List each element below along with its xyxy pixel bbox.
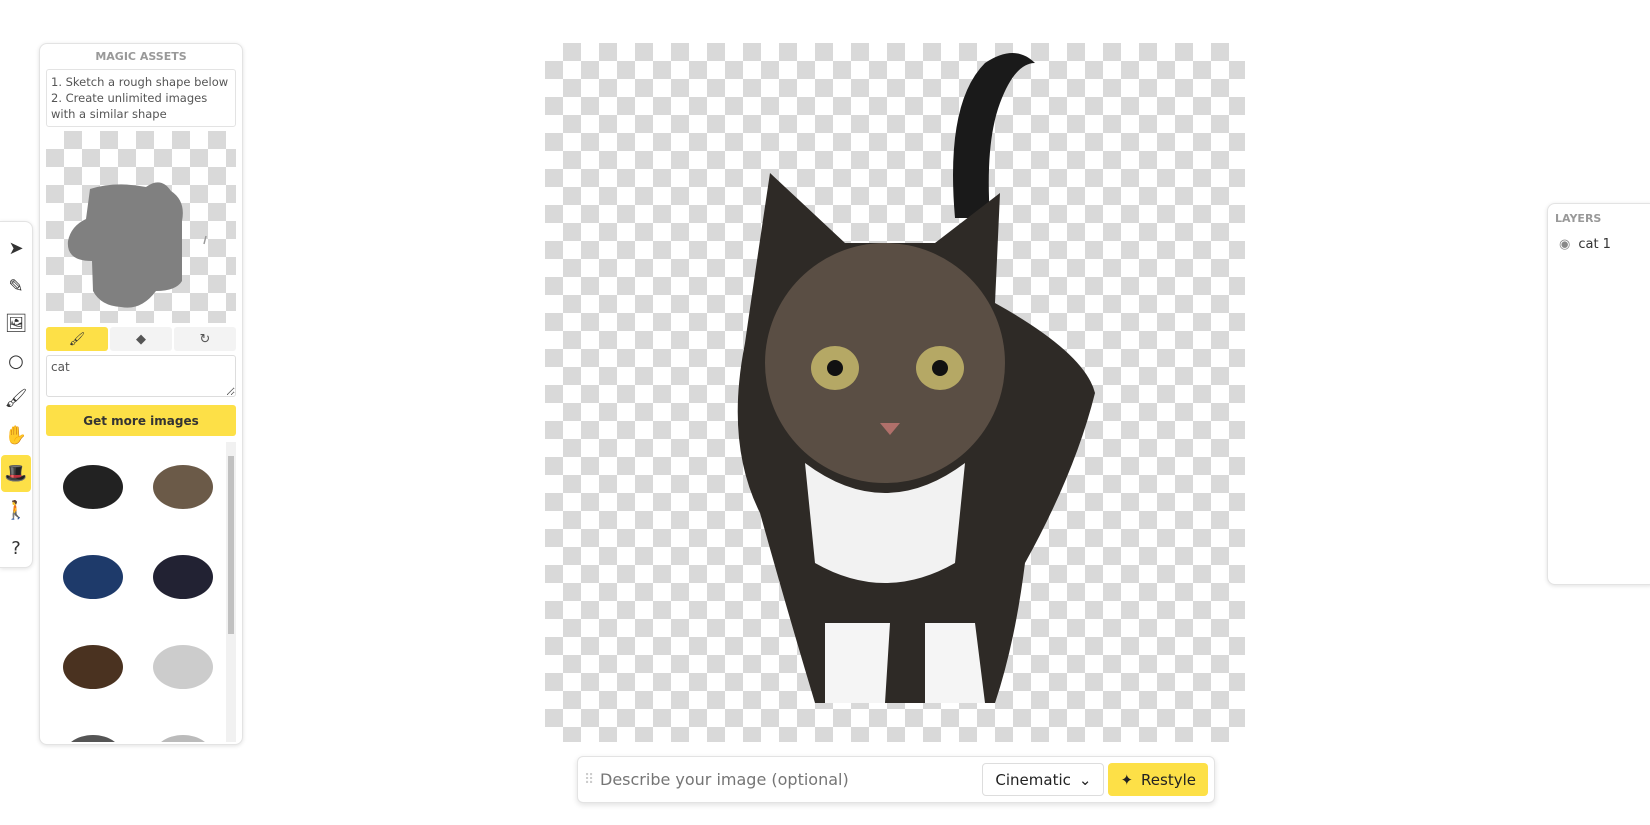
- image-icon[interactable]: 🖼: [1, 305, 31, 342]
- result-thumbnail[interactable]: [50, 622, 136, 708]
- result-thumbnail[interactable]: [50, 532, 136, 618]
- style-value: Cinematic: [995, 770, 1071, 789]
- results-gallery: [46, 442, 236, 742]
- magic-assets-panel: MAGIC ASSETS 1. Sketch a rough shape bel…: [39, 43, 243, 745]
- person-icon[interactable]: 🚶: [1, 492, 31, 529]
- restyle-button[interactable]: ✦ Restyle: [1108, 763, 1208, 796]
- sketch-canvas[interactable]: [46, 131, 236, 323]
- layer-name: cat 1: [1578, 237, 1611, 252]
- reset-button[interactable]: ↻: [174, 327, 236, 351]
- scrollbar[interactable]: [226, 442, 236, 742]
- left-toolbar: ➤ ✎ 🖼 ○ 🖌 ✋ 🎩 🚶?: [0, 221, 33, 568]
- eye-icon[interactable]: ◉: [1559, 237, 1570, 252]
- scrollbar-thumb[interactable]: [228, 456, 234, 634]
- sparkle-icon: ✦: [1120, 770, 1134, 789]
- result-thumbnail[interactable]: [140, 712, 226, 742]
- result-thumbnail[interactable]: [50, 712, 136, 742]
- describe-image-input[interactable]: [600, 770, 983, 789]
- cat-image[interactable]: [545, 43, 1245, 742]
- result-thumbnail[interactable]: [140, 532, 226, 618]
- layers-panel: LAYERS ◉ cat 1: [1547, 203, 1650, 585]
- restyle-label: Restyle: [1141, 770, 1196, 789]
- hand-icon[interactable]: ✋: [1, 417, 31, 454]
- panel-title: MAGIC ASSETS: [95, 50, 187, 63]
- result-thumbnail[interactable]: [140, 442, 226, 528]
- brush-icon[interactable]: 🖌: [1, 380, 31, 417]
- prompt-bar: ⠿ Cinematic ⌄ ✦ Restyle: [577, 756, 1215, 803]
- instructions: 1. Sketch a rough shape below 2. Create …: [46, 69, 236, 127]
- layer-item[interactable]: ◉ cat 1: [1555, 237, 1649, 252]
- main-canvas[interactable]: [545, 43, 1245, 742]
- layers-title: LAYERS: [1555, 212, 1602, 225]
- style-dropdown[interactable]: Cinematic ⌄: [982, 763, 1105, 796]
- circle-icon[interactable]: ○: [1, 342, 31, 379]
- pointer-icon[interactable]: ➤: [1, 230, 31, 267]
- brush-button[interactable]: 🖌: [46, 327, 108, 351]
- drag-handle-icon[interactable]: ⠿: [584, 772, 600, 788]
- result-thumbnail[interactable]: [140, 622, 226, 708]
- result-thumbnail[interactable]: [50, 442, 136, 528]
- help-icon[interactable]: ?: [1, 530, 31, 567]
- magic-brush-icon[interactable]: ✎: [1, 267, 31, 304]
- magic-hat-icon[interactable]: 🎩: [1, 454, 31, 493]
- eraser-button[interactable]: ◆: [110, 327, 172, 351]
- shape-prompt-input[interactable]: [46, 355, 236, 397]
- get-more-images-button[interactable]: Get more images: [46, 405, 236, 436]
- chevron-down-icon: ⌄: [1078, 770, 1092, 789]
